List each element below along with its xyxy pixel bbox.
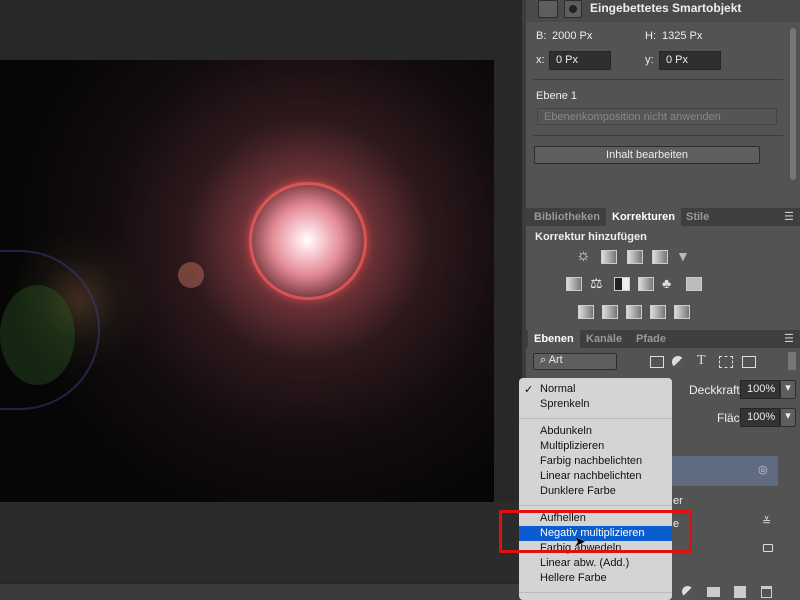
menu-item-dunklere-farbe[interactable]: Dunklere Farbe (519, 484, 672, 499)
channel-mixer-icon[interactable]: ♣ (662, 275, 671, 291)
canvas-pasteboard (0, 502, 522, 582)
new-layer-icon[interactable] (734, 586, 746, 598)
panel-menu-icon[interactable]: ☰ (784, 332, 796, 345)
divider (533, 79, 783, 80)
opacity-label: Deckkraft: (689, 383, 744, 397)
flare-ring (0, 285, 75, 385)
pixel-filter-icon[interactable] (650, 356, 664, 368)
threshold-icon[interactable] (626, 305, 642, 319)
scrollbar[interactable] (790, 28, 796, 180)
layers-tabs: Ebenen Kanäle Pfade ☰ (526, 330, 800, 348)
vibrance-icon[interactable]: ▼ (676, 248, 690, 264)
menu-item-sprenkeln[interactable]: Sprenkeln (519, 397, 672, 412)
layer-comp-select[interactable]: Ebenenkomposition nicht anwenden (537, 108, 777, 125)
blend-mode-menu[interactable]: ✓ Normal Sprenkeln Abdunkeln Multiplizie… (519, 378, 672, 600)
height-label: H: (645, 30, 656, 42)
flare-ring (249, 182, 367, 300)
levels-icon[interactable] (601, 250, 617, 264)
smartobject-badge-icon: ◎ (758, 464, 768, 476)
trash-icon[interactable] (761, 586, 772, 598)
filter-toggle[interactable] (788, 352, 796, 370)
curves-icon[interactable] (627, 250, 643, 264)
highlight-annotation (499, 510, 692, 553)
divider (533, 135, 783, 136)
new-adjustment-layer-icon[interactable] (682, 586, 693, 597)
brightness-icon[interactable]: ☼ (576, 247, 591, 265)
opacity-input[interactable]: 100% (740, 380, 780, 399)
tab-kanaele[interactable]: Kanäle (580, 330, 628, 348)
fill-input[interactable]: 100% (740, 408, 780, 427)
adjustment-layer-icon: ≚ (762, 516, 772, 528)
x-input[interactable]: 0 Px (549, 51, 611, 70)
shape-filter-icon[interactable] (719, 356, 733, 368)
menu-item-linear-abwedeln[interactable]: Linear abw. (Add.) (519, 556, 672, 571)
menu-item-linear-nachbelichten[interactable]: Linear nachbelichten (519, 469, 672, 484)
opacity-dropdown[interactable]: ▾ (780, 380, 796, 399)
smartobject-icon[interactable] (538, 0, 558, 18)
menu-item-abdunkeln[interactable]: Abdunkeln (519, 424, 672, 439)
invert-icon[interactable] (578, 305, 594, 319)
smartobject-filter-icon[interactable] (742, 356, 756, 368)
y-label: y: (645, 54, 654, 66)
menu-separator (519, 592, 672, 593)
adjustments-title: Korrektur hinzufügen (535, 231, 647, 243)
menu-item-hellere-farbe[interactable]: Hellere Farbe (519, 571, 672, 586)
flare-ring (178, 262, 204, 288)
status-bar (0, 584, 522, 600)
selective-color-icon[interactable] (650, 305, 666, 319)
menu-separator (519, 505, 672, 506)
menu-item-farbig-nachbelichten[interactable]: Farbig nachbelichten (519, 454, 672, 469)
lock-icon (763, 544, 773, 552)
properties-header: Eingebettetes Smartobjekt (526, 0, 800, 22)
tab-stile[interactable]: Stile (680, 208, 715, 226)
layer-comp-label: Ebene 1 (536, 90, 577, 102)
posterize-icon[interactable] (602, 305, 618, 319)
black-white-icon[interactable] (614, 277, 630, 291)
width-value: 2000 Px (552, 30, 593, 42)
adjustments-tabs: Bibliotheken Korrekturen Stile ☰ (526, 208, 800, 226)
gradient-map-icon[interactable] (674, 305, 690, 319)
lens-flare-image[interactable] (0, 60, 494, 502)
panel-menu-icon[interactable]: ☰ (784, 210, 796, 223)
tab-ebenen[interactable]: Ebenen (528, 330, 580, 348)
menu-item-normal[interactable]: Normal (519, 382, 672, 397)
color-balance-icon[interactable]: ⚖ (590, 275, 603, 292)
mask-icon[interactable] (564, 0, 582, 18)
hue-saturation-icon[interactable] (566, 277, 582, 291)
properties-title: Eingebettetes Smartobjekt (590, 1, 742, 15)
tab-korrekturen[interactable]: Korrekturen (606, 208, 681, 226)
y-input[interactable]: 0 Px (659, 51, 721, 70)
x-label: x: (536, 54, 545, 66)
filter-kind-select[interactable]: ⌕ Art (533, 353, 617, 370)
edit-contents-button[interactable]: Inhalt bearbeiten (534, 146, 760, 164)
menu-separator (519, 418, 672, 419)
new-group-icon[interactable] (707, 587, 720, 597)
photo-filter-icon[interactable] (638, 277, 654, 291)
tab-bibliotheken[interactable]: Bibliotheken (528, 208, 606, 226)
fill-dropdown[interactable]: ▾ (780, 408, 796, 427)
color-lookup-icon[interactable] (686, 277, 702, 291)
type-filter-icon[interactable]: T (697, 353, 706, 369)
exposure-icon[interactable] (652, 250, 668, 264)
menu-item-multiplizieren[interactable]: Multiplizieren (519, 439, 672, 454)
tab-pfade[interactable]: Pfade (630, 330, 672, 348)
filter-kind-value: Art (548, 354, 563, 366)
layer-name: er (673, 495, 683, 507)
height-value: 1325 Px (662, 30, 703, 42)
width-label: B: (536, 30, 547, 42)
adjustment-filter-icon[interactable] (672, 356, 684, 368)
